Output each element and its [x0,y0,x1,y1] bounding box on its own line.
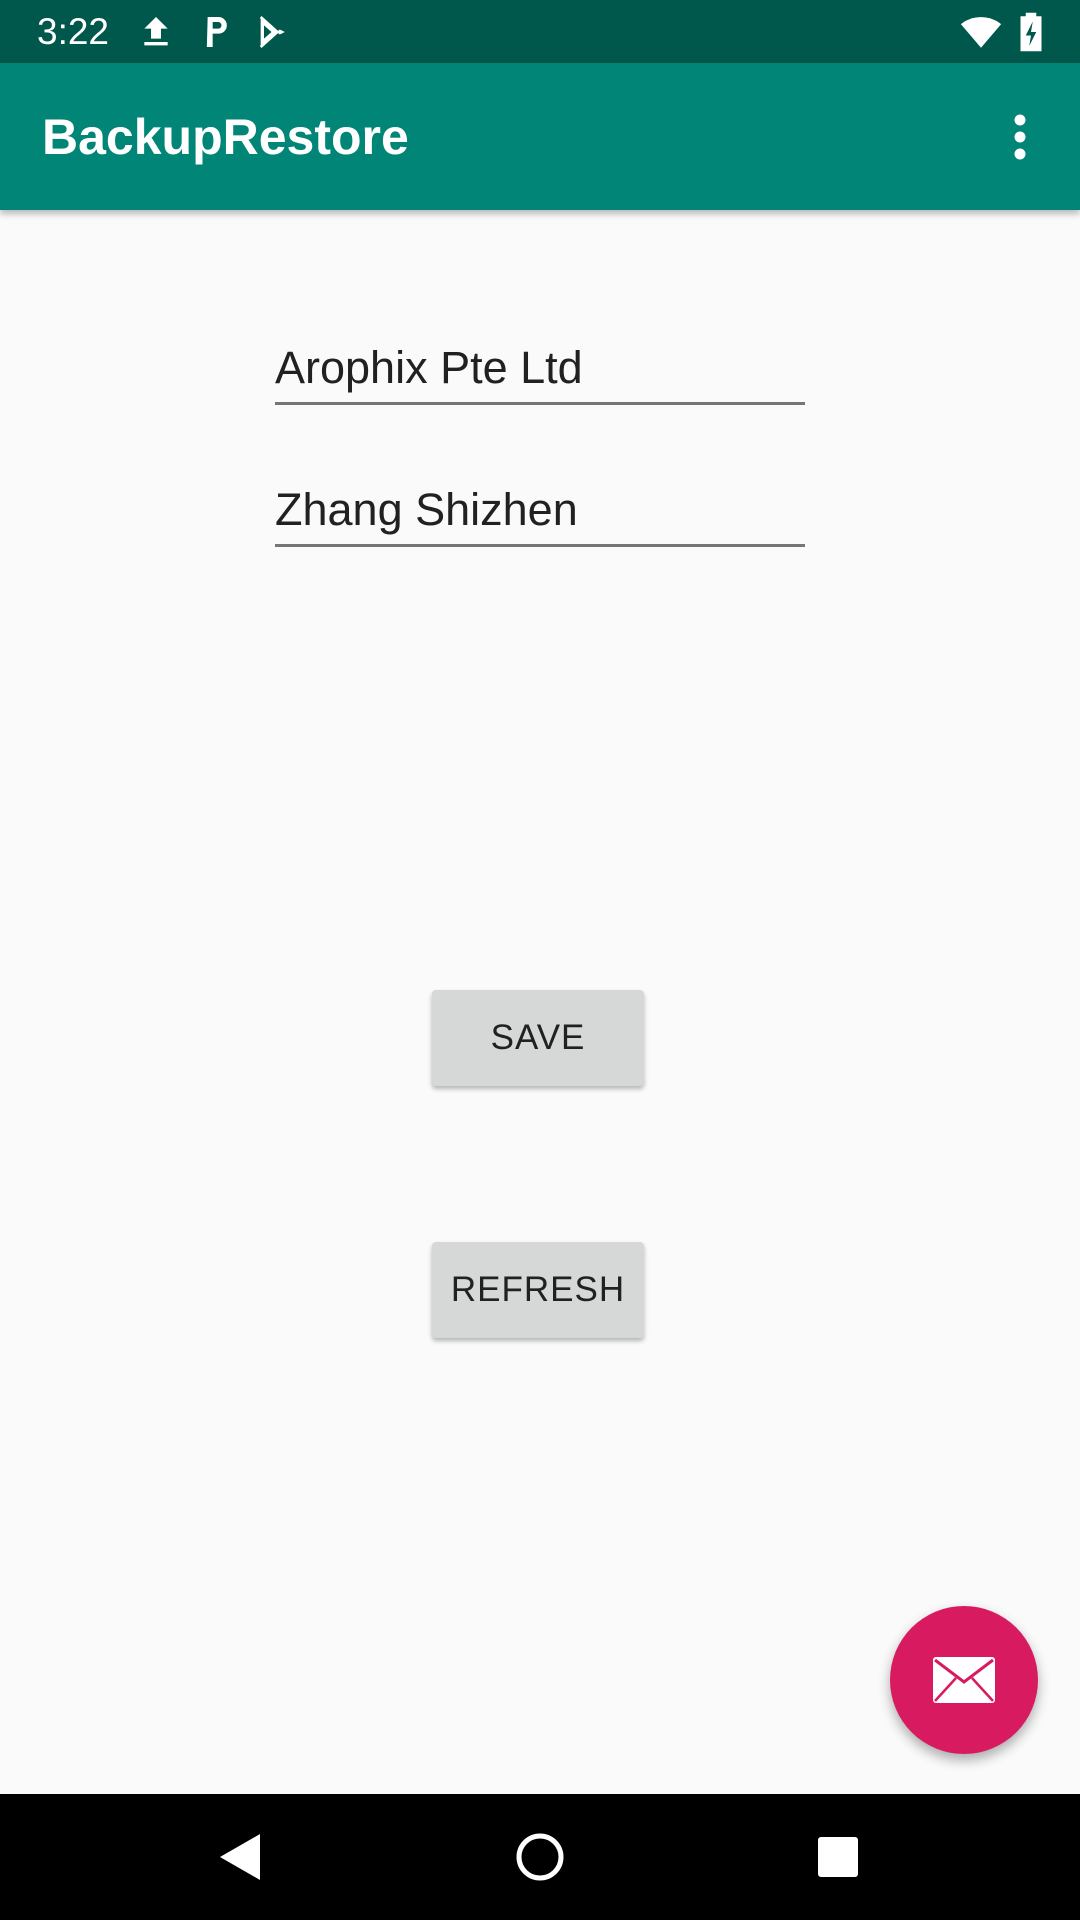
name-field[interactable] [275,474,805,547]
email-icon [933,1657,995,1703]
app-title: BackupRestore [42,109,409,165]
home-icon [516,1833,564,1881]
back-icon [220,1834,260,1880]
screen: 3:22 BackupRestore Arophix Pte Ltd Zhang… [0,0,1080,1920]
play-store-icon [254,12,294,52]
back-button[interactable] [160,1794,320,1920]
home-button[interactable] [460,1794,620,1920]
status-time: 3:22 [37,11,110,52]
company-field[interactable] [275,332,805,405]
save-button[interactable]: SAVE [432,990,644,1086]
battery-charging-icon [1018,11,1058,52]
parking-icon [196,12,236,52]
recents-icon [818,1837,858,1877]
upload-icon [136,12,176,52]
status-bar: 3:22 [0,0,1080,63]
wifi-icon [960,11,1002,51]
company-input[interactable] [275,342,805,394]
overflow-menu-button[interactable] [960,63,1080,210]
app-bar: BackupRestore [0,63,1080,210]
recents-button[interactable] [758,1794,918,1920]
navigation-bar [0,1794,1080,1920]
email-fab-button[interactable] [890,1606,1038,1754]
name-input[interactable] [275,484,805,536]
more-vert-icon [1014,114,1026,159]
refresh-button[interactable]: REFRESH [432,1242,644,1338]
